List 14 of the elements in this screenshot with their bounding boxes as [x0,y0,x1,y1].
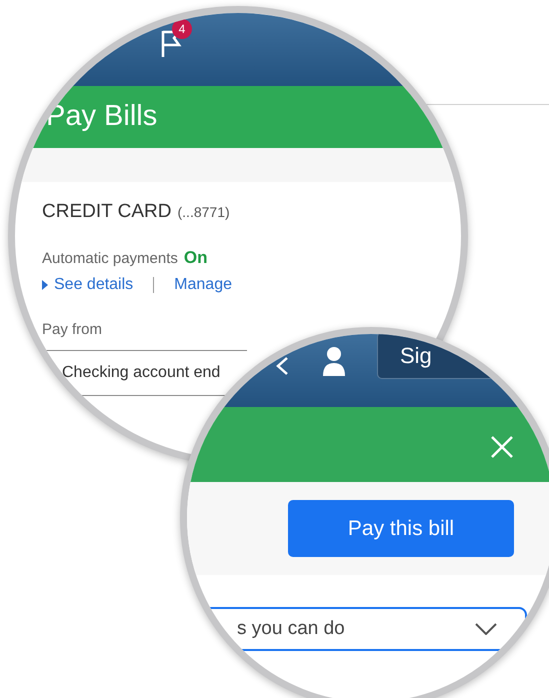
chevron-icon[interactable] [275,356,289,376]
close-icon[interactable] [490,435,514,459]
account-number: (...8771) [178,203,230,222]
pay-bill-button[interactable]: Pay this bill [288,500,514,557]
chevron-down-icon [475,623,497,635]
pay-from-label: Pay from [42,320,104,340]
manage-link[interactable]: Manage [174,273,232,297]
see-details-link[interactable]: See details [42,273,134,297]
account-name: CREDIT CARD [42,200,172,224]
caret-icon [42,280,48,290]
notification-badge: 4 [172,19,192,39]
autopay-status: On [184,246,208,268]
user-icon[interactable] [322,346,346,376]
autopay-label: Automatic payments [42,248,178,268]
